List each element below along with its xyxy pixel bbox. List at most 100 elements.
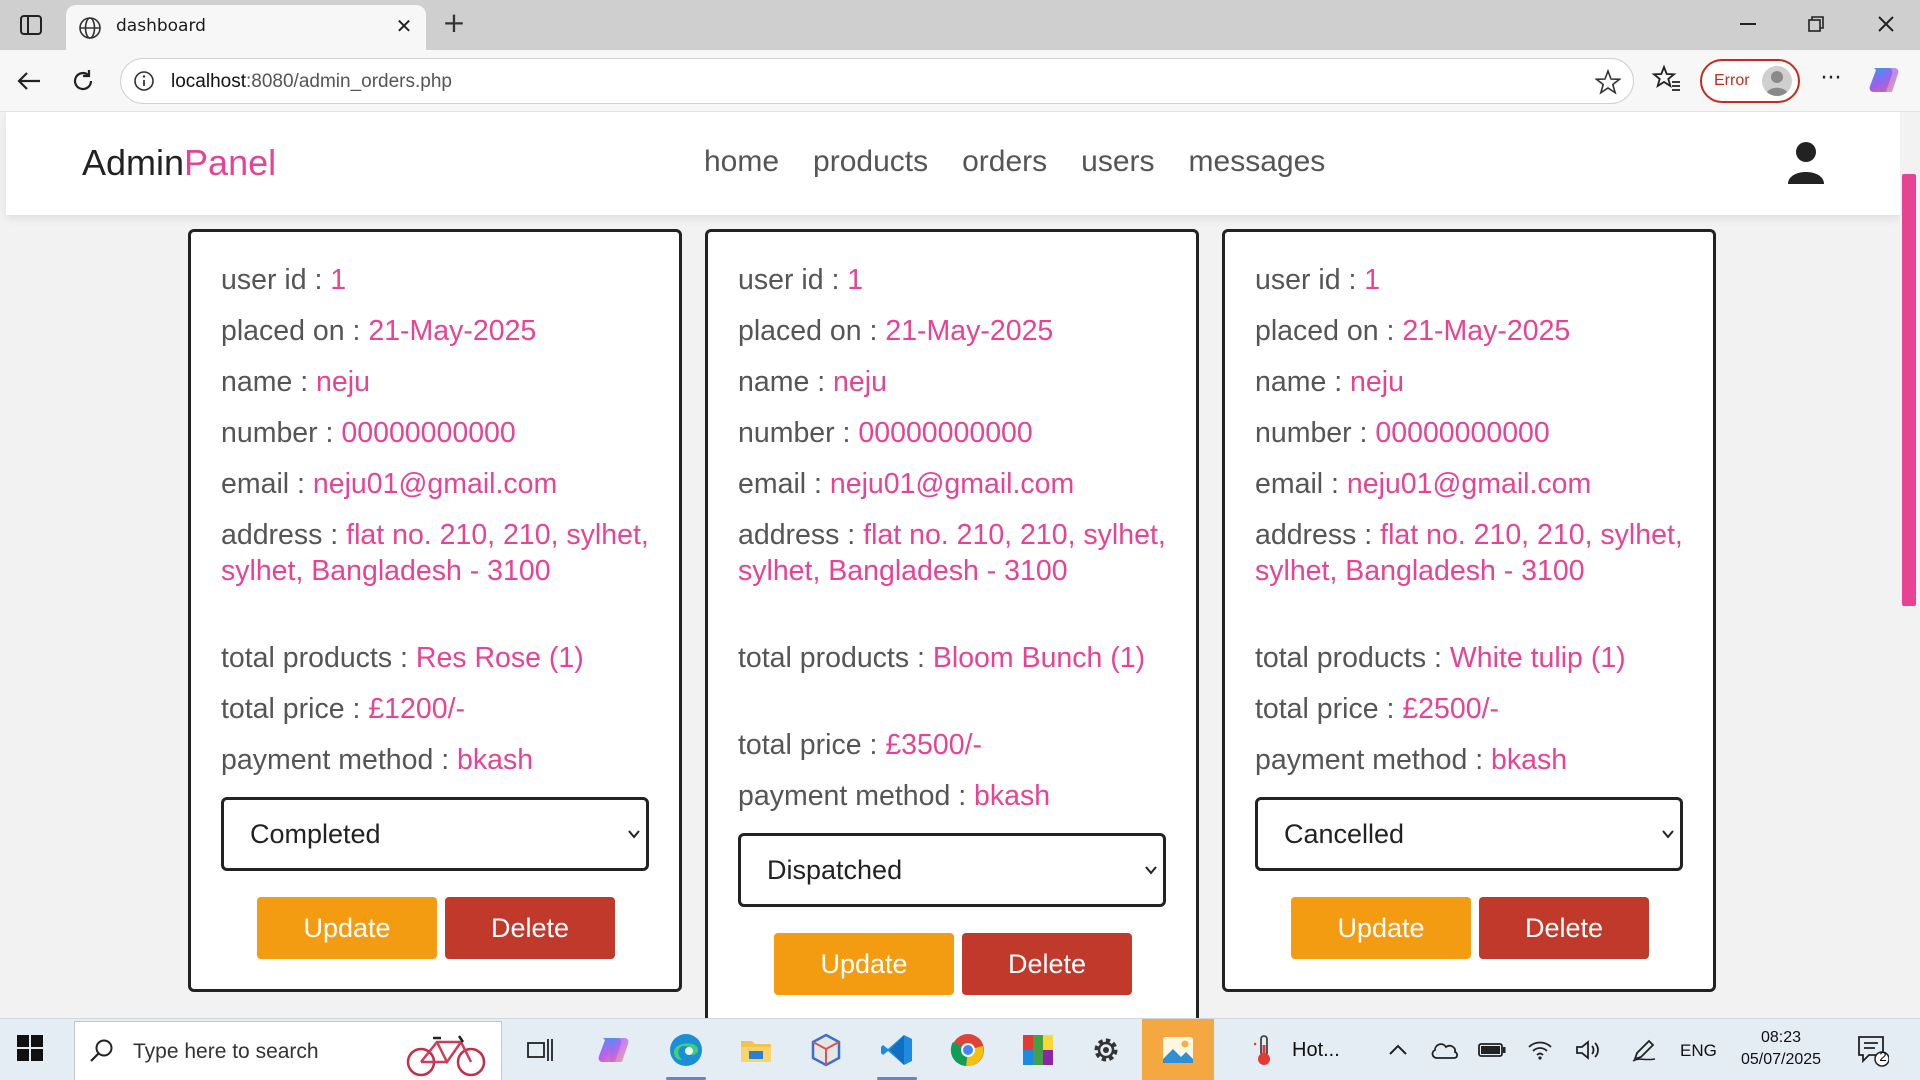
notification-count: 2 bbox=[1879, 1049, 1887, 1064]
chrome-icon[interactable] bbox=[948, 1030, 988, 1070]
payment-method-row: payment method : bkash bbox=[221, 742, 651, 778]
label: total price : bbox=[738, 729, 886, 761]
value: 21-May-2025 bbox=[1402, 315, 1571, 347]
value: 00000000000 bbox=[1375, 417, 1550, 449]
delete-button[interactable]: Delete bbox=[445, 897, 615, 959]
url-field[interactable]: localhost:8080/admin_orders.php bbox=[120, 58, 1634, 104]
new-tab-button[interactable]: + bbox=[438, 8, 470, 40]
copilot-icon[interactable] bbox=[1866, 62, 1904, 100]
name-row: name : neju bbox=[738, 364, 1168, 400]
wifi-icon[interactable] bbox=[1520, 1030, 1560, 1070]
address-bar-row: localhost:8080/admin_orders.php Error ··… bbox=[0, 50, 1920, 112]
favorites-icon[interactable] bbox=[1651, 64, 1682, 98]
status-select[interactable]: Dispatched bbox=[738, 833, 1166, 907]
nav-users[interactable]: users bbox=[1081, 145, 1154, 179]
close-window-icon[interactable] bbox=[1866, 8, 1906, 40]
info-icon[interactable] bbox=[133, 70, 155, 96]
url-path: :8080/admin_orders.php bbox=[246, 71, 452, 92]
label: total price : bbox=[1255, 693, 1403, 725]
scrollbar-thumb[interactable] bbox=[1902, 174, 1916, 606]
label: address : bbox=[221, 519, 347, 551]
chevron-up-icon[interactable] bbox=[1378, 1030, 1418, 1070]
file-explorer-icon[interactable] bbox=[736, 1030, 776, 1070]
battery-icon[interactable] bbox=[1472, 1030, 1512, 1070]
update-button[interactable]: Update bbox=[1291, 897, 1471, 959]
nav-orders[interactable]: orders bbox=[962, 145, 1047, 179]
photos-app-icon[interactable] bbox=[1158, 1030, 1198, 1070]
page-scrollbar[interactable] bbox=[1900, 112, 1920, 1018]
settings-gear-icon[interactable] bbox=[1086, 1030, 1126, 1070]
payment-method-row: payment method : bkash bbox=[738, 778, 1168, 814]
update-button[interactable]: Update bbox=[774, 933, 954, 995]
email-row: email : neju01@gmail.com bbox=[221, 466, 651, 502]
placed-on-row: placed on : 21-May-2025 bbox=[738, 313, 1168, 349]
status-select[interactable]: Cancelled bbox=[1255, 797, 1683, 871]
package-app-icon[interactable] bbox=[806, 1030, 846, 1070]
update-button[interactable]: Update bbox=[257, 897, 437, 959]
clock-date: 05/07/2025 bbox=[1740, 1051, 1822, 1068]
sidebar-toggle-icon[interactable] bbox=[14, 10, 48, 40]
minimize-icon[interactable] bbox=[1728, 8, 1768, 40]
language-indicator[interactable]: ENG bbox=[1680, 1041, 1717, 1061]
restore-icon[interactable] bbox=[1796, 8, 1836, 40]
page-viewport: AdminPanel home products orders users me… bbox=[0, 112, 1920, 1018]
windows-start-icon[interactable] bbox=[16, 1034, 50, 1068]
reload-icon[interactable] bbox=[66, 64, 100, 98]
globe-icon bbox=[78, 16, 102, 44]
back-icon[interactable] bbox=[12, 64, 46, 98]
delete-button[interactable]: Delete bbox=[962, 933, 1132, 995]
number-row: number : 00000000000 bbox=[1255, 415, 1685, 451]
pen-icon[interactable] bbox=[1624, 1030, 1664, 1070]
value: £1200/- bbox=[368, 693, 465, 725]
edge-icon[interactable] bbox=[666, 1030, 706, 1070]
total-products-row: total products : Res Rose (1) bbox=[221, 640, 651, 676]
copilot-taskbar-icon[interactable] bbox=[594, 1030, 634, 1070]
name-row: name : neju bbox=[1255, 364, 1685, 400]
total-price-row: total price : £3500/- bbox=[738, 727, 1168, 763]
taskbar-search-box[interactable]: Type here to search bbox=[74, 1021, 502, 1080]
weather-label[interactable]: Hot... bbox=[1292, 1039, 1340, 1062]
more-options-icon[interactable]: ··· bbox=[1814, 64, 1848, 98]
main-nav: home products orders users messages bbox=[704, 145, 1359, 179]
nav-messages[interactable]: messages bbox=[1189, 145, 1326, 179]
label: placed on : bbox=[221, 315, 369, 347]
value: Res Rose (1) bbox=[415, 642, 584, 674]
value: 1 bbox=[847, 264, 864, 296]
nav-products[interactable]: products bbox=[813, 145, 928, 179]
clock[interactable]: 08:23 05/07/2025 bbox=[1726, 1027, 1836, 1071]
url-host: localhost bbox=[171, 71, 246, 92]
close-tab-icon[interactable]: ✕ bbox=[392, 13, 416, 39]
notifications-icon[interactable]: 2 bbox=[1852, 1030, 1892, 1070]
label: user id : bbox=[1255, 264, 1365, 296]
value: 00000000000 bbox=[858, 417, 1033, 449]
onedrive-cloud-icon[interactable] bbox=[1424, 1030, 1464, 1070]
label: number : bbox=[1255, 417, 1376, 449]
label: total products : bbox=[738, 642, 933, 674]
value: bkash bbox=[457, 744, 534, 776]
browser-tab-bar: dashboard ✕ + bbox=[0, 0, 1920, 50]
star-icon[interactable] bbox=[1594, 68, 1622, 99]
address-row: address : flat no. 210, 210, sylhet, syl… bbox=[738, 517, 1168, 589]
label: placed on : bbox=[1255, 315, 1403, 347]
delete-button[interactable]: Delete bbox=[1479, 897, 1649, 959]
value: £3500/- bbox=[885, 729, 982, 761]
task-view-icon[interactable] bbox=[520, 1030, 560, 1070]
label: number : bbox=[221, 417, 342, 449]
user-icon[interactable] bbox=[1786, 140, 1826, 184]
profile-error-button[interactable]: Error bbox=[1700, 59, 1800, 103]
total-products-row: total products : White tulip (1) bbox=[1255, 640, 1685, 676]
value: £2500/- bbox=[1402, 693, 1499, 725]
weather-thermometer-icon[interactable] bbox=[1244, 1030, 1284, 1070]
label: total products : bbox=[221, 642, 416, 674]
browser-tab[interactable]: dashboard ✕ bbox=[66, 5, 426, 50]
color-grid-app-icon[interactable] bbox=[1018, 1030, 1058, 1070]
logo[interactable]: AdminPanel bbox=[82, 142, 276, 184]
vscode-icon[interactable] bbox=[877, 1030, 917, 1070]
nav-home[interactable]: home bbox=[704, 145, 779, 179]
volume-icon[interactable] bbox=[1568, 1030, 1608, 1070]
search-placeholder: Type here to search bbox=[133, 1040, 319, 1063]
status-select[interactable]: Completed bbox=[221, 797, 649, 871]
label: address : bbox=[738, 519, 864, 551]
address-row: address : flat no. 210, 210, sylhet, syl… bbox=[221, 517, 651, 589]
value: 00000000000 bbox=[341, 417, 516, 449]
